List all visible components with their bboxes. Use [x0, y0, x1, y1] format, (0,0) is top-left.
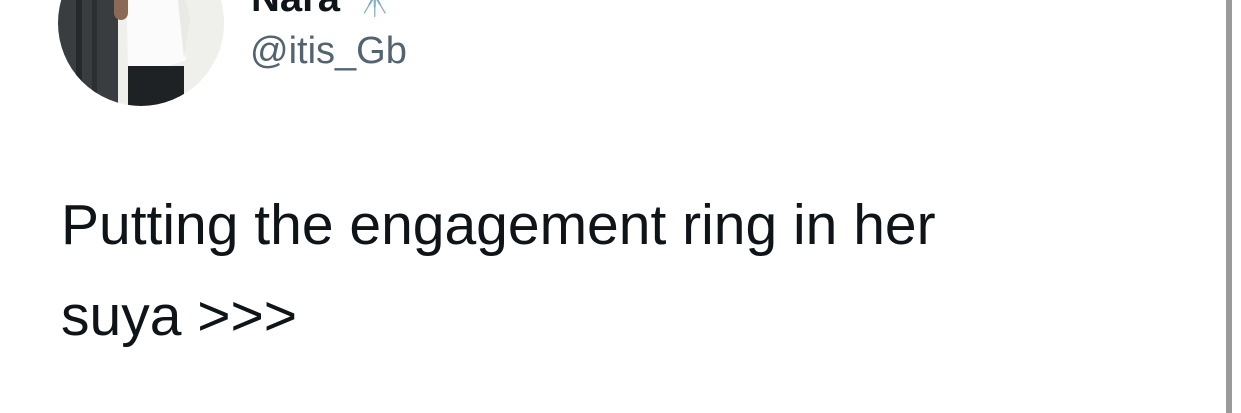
tweet-text: Putting the engagement ring in her suya … [61, 180, 1161, 362]
profile-photo-icon [58, 0, 224, 106]
scrollbar-thumb[interactable] [1226, 0, 1232, 413]
tweet-card: Nara 🔭 @itis_Gb Putting the engagement r… [0, 0, 1223, 413]
tweet-text-line: suya >>> [61, 284, 298, 348]
display-name: Nara [251, 0, 340, 21]
tweet-text-line: Putting the engagement ring in her [61, 193, 936, 257]
name-emoji-icon: 🔭 [352, 0, 397, 19]
author-handle[interactable]: @itis_Gb [250, 30, 407, 73]
avatar[interactable] [58, 0, 224, 106]
author-name[interactable]: Nara 🔭 [251, 0, 397, 20]
